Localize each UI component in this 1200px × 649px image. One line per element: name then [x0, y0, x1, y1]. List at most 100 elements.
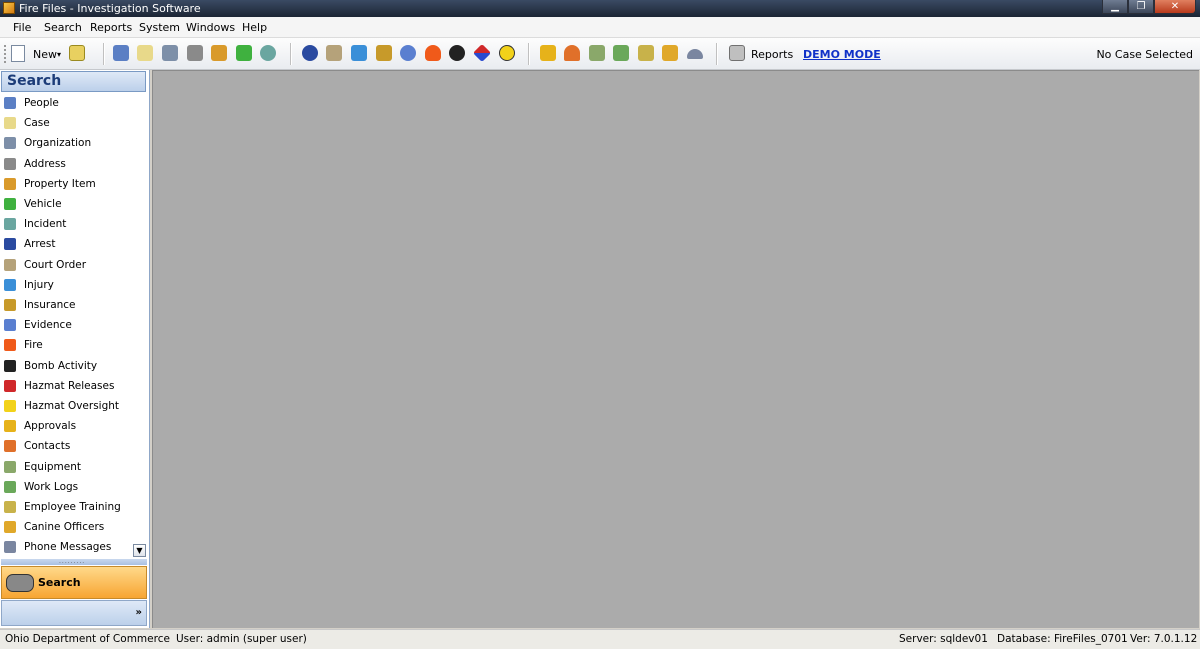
canine-officers-icon[interactable] — [662, 45, 680, 63]
sidebar-item-bomb-activity[interactable]: Bomb Activity — [0, 356, 147, 376]
menu-windows[interactable]: Windows — [186, 21, 235, 34]
sidebar-item-vehicle[interactable]: Vehicle — [0, 194, 147, 214]
sidebar-item-equipment[interactable]: Equipment — [0, 457, 147, 477]
sidebar-item-contacts[interactable]: Contacts — [0, 436, 147, 456]
app-icon[interactable] — [3, 2, 15, 14]
close-button[interactable]: ✕ — [1154, 0, 1196, 14]
menu-search[interactable]: Search — [44, 21, 82, 34]
new-document-icon[interactable] — [11, 45, 29, 63]
menu-reports[interactable]: Reports — [90, 21, 132, 34]
sidebar-item-employee-training[interactable]: Employee Training — [0, 497, 147, 517]
menu-help[interactable]: Help — [242, 21, 267, 34]
panel-splitter[interactable]: ········· — [1, 559, 147, 567]
arrest-icon — [4, 238, 16, 251]
hazmat-releases-icon[interactable] — [472, 43, 492, 63]
sidebar-item-arrest[interactable]: Arrest — [0, 234, 147, 254]
sidebar-item-label: Approvals — [24, 420, 77, 433]
employee-training-icon[interactable] — [638, 45, 656, 63]
chevron-right-icon[interactable]: » — [136, 607, 142, 618]
nav-search-label: Search — [38, 576, 81, 589]
address-icon[interactable] — [187, 45, 205, 63]
court-order-icon[interactable] — [326, 45, 344, 63]
people-icon[interactable] — [113, 45, 131, 63]
sidebar-item-fire[interactable]: Fire — [0, 335, 147, 355]
search-panel: Search People Case Organization Address Prop… — [0, 70, 150, 628]
nav-pane-options[interactable]: » — [1, 600, 147, 626]
sidebar-item-address[interactable]: Address — [0, 154, 147, 174]
phone-messages-icon[interactable] — [687, 45, 705, 63]
sidebar-item-canine-officers[interactable]: Canine Officers — [0, 517, 147, 537]
new-button[interactable]: New — [33, 48, 57, 61]
sidebar-item-approvals[interactable]: Approvals — [0, 416, 147, 436]
approvals-icon[interactable] — [540, 45, 558, 63]
reports-button[interactable]: Reports — [751, 48, 793, 61]
sidebar-item-label: People — [24, 97, 59, 109]
people-icon — [4, 97, 16, 109]
add-folder-icon[interactable] — [69, 45, 87, 63]
bomb-icon[interactable] — [449, 45, 467, 63]
sidebar-item-injury[interactable]: Injury — [0, 275, 147, 295]
incident-icon — [4, 218, 16, 231]
equipment-icon[interactable] — [589, 45, 607, 63]
sidebar-item-evidence[interactable]: Evidence — [0, 315, 147, 335]
sidebar-item-phone-messages[interactable]: Phone Messages — [0, 537, 147, 557]
fire-icon[interactable] — [425, 45, 443, 63]
evidence-icon — [4, 319, 16, 332]
sidebar-item-insurance[interactable]: Insurance — [0, 295, 147, 315]
status-user: User: admin (super user) — [176, 633, 307, 645]
scroll-down-button[interactable]: ▼ — [133, 544, 146, 557]
reports-icon[interactable] — [729, 45, 747, 63]
sidebar-item-label: Equipment — [24, 460, 81, 473]
menu-file[interactable]: File — [13, 21, 31, 34]
sidebar-item-label: Vehicle — [24, 198, 62, 210]
status-server: Server: sqldev01 — [899, 633, 988, 645]
status-organization: Ohio Department of Commerce — [5, 633, 170, 645]
sidebar-item-label: Hazmat Oversight — [24, 400, 120, 412]
status-database: Database: FireFiles_0701 — [997, 633, 1128, 645]
insurance-icon[interactable] — [376, 45, 394, 63]
case-status: No Case Selected — [1096, 48, 1193, 61]
minimize-button[interactable]: ▁ — [1102, 0, 1128, 14]
demo-mode-link[interactable]: DEMO MODE — [803, 48, 881, 61]
main-toolbar: New ▾ Reports DEMO MODE No Case Selected — [0, 38, 1200, 70]
arrest-icon[interactable] — [302, 45, 320, 63]
sidebar-item-hazmat-oversight[interactable]: Hazmat Oversight — [0, 396, 147, 416]
menu-system[interactable]: System — [139, 21, 180, 34]
hazmat-oversight-icon — [4, 400, 16, 412]
sidebar-item-label: Case — [24, 117, 50, 130]
window-title: Fire Files - Investigation Software — [19, 2, 201, 15]
organization-icon — [4, 137, 16, 150]
status-bar: Ohio Department of Commerce User: admin … — [0, 629, 1200, 649]
sidebar-item-label: Contacts — [24, 440, 71, 453]
sidebar-item-incident[interactable]: Incident — [0, 214, 147, 234]
search-panel-header: Search — [1, 71, 146, 92]
case-icon[interactable] — [137, 45, 155, 63]
hazmat-oversight-icon[interactable] — [499, 45, 517, 63]
property-item-icon[interactable] — [211, 45, 229, 63]
sidebar-item-property-item[interactable]: Property Item — [0, 174, 147, 194]
nav-search-button[interactable]: Search — [1, 566, 147, 599]
sidebar-item-work-logs[interactable]: Work Logs — [0, 477, 147, 497]
toolbar-grip[interactable] — [4, 45, 9, 63]
work-logs-icon[interactable] — [613, 45, 631, 63]
injury-icon[interactable] — [351, 45, 369, 63]
vehicle-icon[interactable] — [236, 45, 254, 63]
approvals-icon — [4, 420, 16, 433]
incident-icon[interactable] — [260, 45, 278, 63]
sidebar-item-organization[interactable]: Organization — [0, 133, 147, 153]
sidebar-item-court-order[interactable]: Court Order — [0, 255, 147, 275]
evidence-icon[interactable] — [400, 45, 418, 63]
sidebar-item-case[interactable]: Case — [0, 113, 147, 133]
new-dropdown-icon[interactable]: ▾ — [57, 50, 61, 59]
sidebar-item-people[interactable]: People — [0, 93, 147, 113]
fire-icon — [4, 339, 16, 352]
court-order-icon — [4, 258, 16, 271]
organization-icon[interactable] — [162, 45, 180, 63]
work-logs-icon — [4, 480, 16, 493]
mdi-workspace — [152, 70, 1199, 628]
sidebar-item-hazmat-releases[interactable]: Hazmat Releases — [0, 376, 147, 396]
maximize-button[interactable]: ❐ — [1128, 0, 1154, 14]
contacts-icon[interactable] — [564, 45, 582, 63]
toolbar-separator — [290, 43, 292, 65]
sidebar-item-label: Arrest — [24, 238, 56, 251]
